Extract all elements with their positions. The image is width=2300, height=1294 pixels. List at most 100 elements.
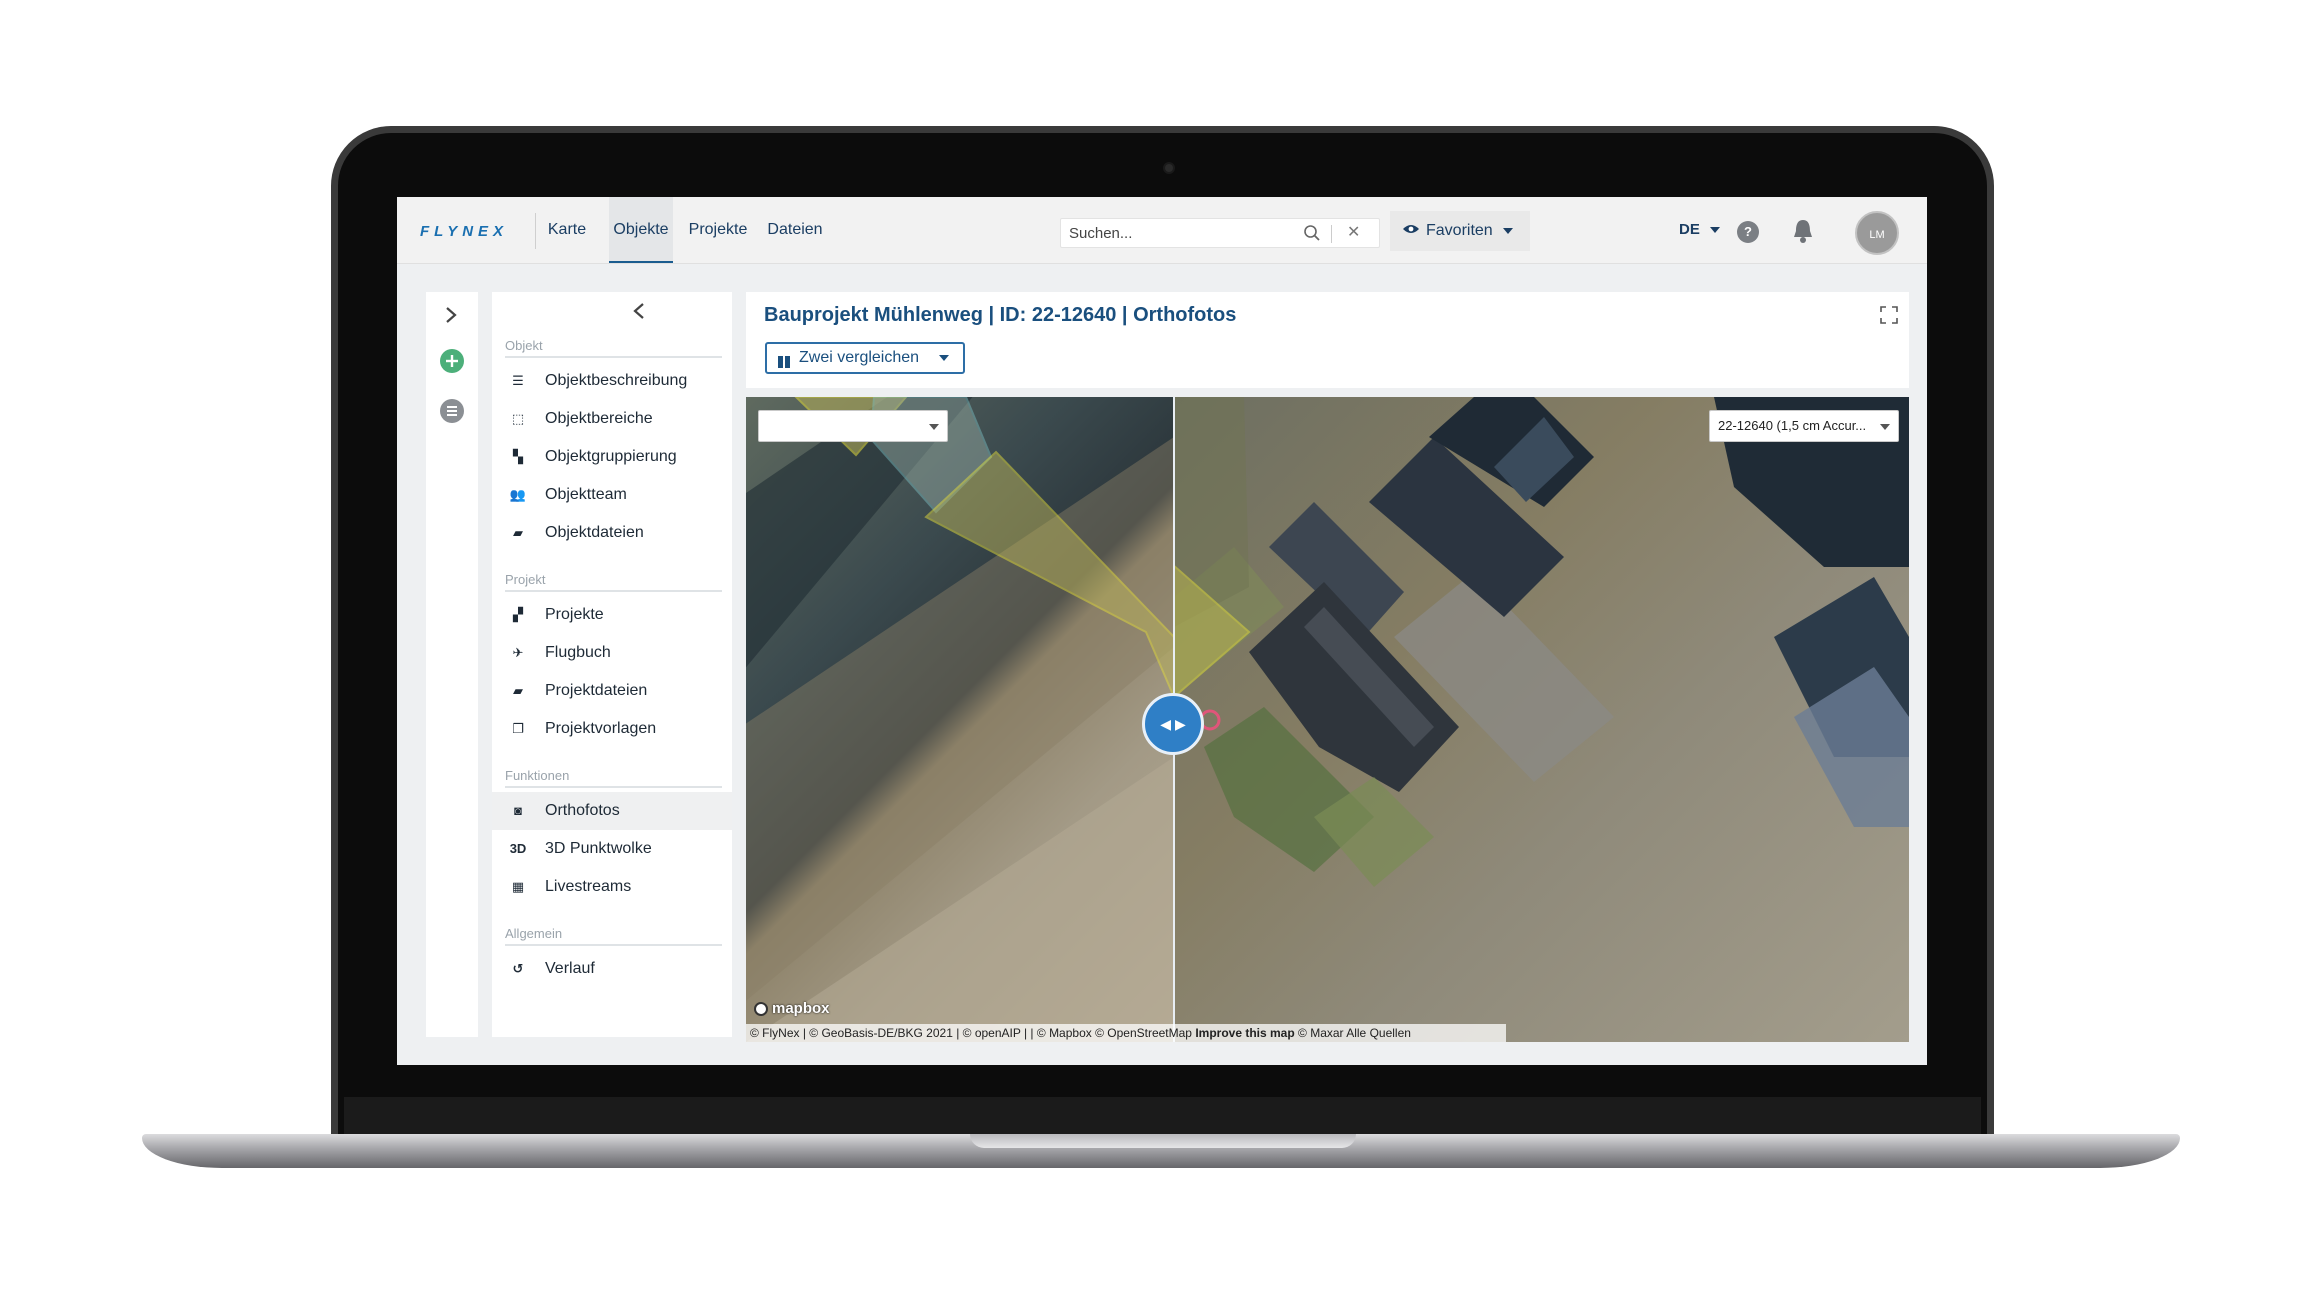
section-title-allgemein: Allgemein [505, 926, 563, 941]
search-divider [1331, 225, 1332, 243]
menu-item-label: Verlauf [545, 960, 595, 977]
camera-icon: ◙ [514, 803, 522, 818]
page-title: Bauprojekt Mühlenweg | ID: 22-12640 | Or… [764, 304, 1237, 326]
section-divider [505, 590, 722, 592]
menu-item-3d-punktwolke[interactable]: 3D 3D Punktwolke [492, 830, 732, 868]
folder-icon: ▰ [513, 525, 523, 540]
menu-item-label: Objektteam [545, 486, 627, 503]
laptop-notch [970, 1134, 1356, 1148]
section-divider [505, 944, 722, 946]
chevron-down-icon [939, 355, 949, 361]
favorites-dropdown[interactable]: Favoriten [1390, 211, 1530, 251]
menu-item-orthofotos[interactable]: ◙ Orthofotos [492, 792, 732, 830]
eye-icon [1402, 212, 1420, 252]
menu-item-objektgruppierung[interactable]: ▚ Objektgruppierung [492, 438, 732, 476]
list-icon: ☰ [512, 373, 524, 388]
menu-item-label: Livestreams [545, 878, 632, 895]
area-select-icon: ⬚ [511, 411, 525, 426]
content-header: Bauprojekt Mühlenweg | ID: 22-12640 | Or… [746, 292, 1909, 388]
3d-icon: 3D [509, 841, 527, 856]
mapbox-logo[interactable]: mapbox [754, 1000, 830, 1017]
mapbox-label: mapbox [772, 1000, 830, 1017]
help-icon[interactable]: ? [1737, 221, 1759, 243]
avatar[interactable]: LM [1855, 211, 1899, 255]
menu-item-label: Projektvorlagen [545, 720, 657, 737]
tab-karte[interactable]: Karte [535, 197, 599, 263]
language-value: DE [1679, 221, 1700, 238]
map-right-pane[interactable]: 22-12640 (1,5 cm Accur... [1174, 397, 1909, 1042]
language-selector[interactable]: DE [1679, 221, 1721, 238]
menu-item-label: 3D Punktwolke [545, 840, 652, 857]
left-aerial-imagery [746, 397, 1174, 1042]
menu-item-projekte[interactable]: ▞ Projekte [492, 596, 732, 634]
attribution-suffix: © Maxar Alle Quellen [1298, 1026, 1411, 1040]
compare-button-label: Zwei vergleichen [799, 349, 920, 366]
menu-item-livestreams[interactable]: ▦ Livestreams [492, 868, 732, 906]
folder-icon: ▰ [513, 683, 523, 698]
layers-icon[interactable] [440, 399, 464, 423]
webcam [1163, 162, 1175, 174]
project-tree-icon: ▞ [513, 607, 523, 622]
bell-icon[interactable] [1791, 218, 1815, 249]
menu-item-label: Objektgruppierung [545, 448, 677, 465]
fullscreen-icon[interactable] [1880, 306, 1898, 329]
menu-item-projektdateien[interactable]: ▰ Projektdateien [492, 672, 732, 710]
section-title-objekt: Objekt [505, 338, 543, 353]
chevron-down-icon [1503, 228, 1513, 234]
menu-item-flugbuch[interactable]: ✈ Flugbuch [492, 634, 732, 672]
menu-item-objektteam[interactable]: 👥 Objektteam [492, 476, 732, 514]
slider-arrows-icon: ◀ ▶ [1160, 716, 1186, 732]
orthophoto-compare-map[interactable]: 22-12640 (1,5 cm Accur... ◀ ▶ mapbox © F… [746, 397, 1909, 1042]
menu-item-label: Flugbuch [545, 644, 611, 661]
tab-objekte[interactable]: Objekte [609, 197, 673, 263]
app-screen: FLYNEX Karte Objekte Projekte Dateien ✕ … [397, 197, 1927, 1065]
compare-slider-handle[interactable]: ◀ ▶ [1142, 693, 1204, 755]
map-left-pane[interactable] [746, 397, 1174, 1042]
menu-item-label: Objektbeschreibung [545, 372, 688, 389]
right-select-value: 22-12640 (1,5 cm Accur... [1718, 418, 1867, 433]
right-aerial-imagery [1174, 397, 1909, 887]
airplane-icon: ✈ [512, 645, 524, 660]
team-icon: 👥 [509, 487, 527, 502]
search-box: ✕ [1060, 218, 1380, 248]
left-orthophoto-select[interactable] [758, 410, 948, 442]
history-icon: ↺ [512, 961, 524, 976]
template-icon: ❐ [512, 721, 524, 736]
attribution-text: © FlyNex | © GeoBasis-DE/BKG 2021 | © op… [750, 1026, 1192, 1040]
search-icon[interactable] [1303, 224, 1321, 247]
flynex-logo[interactable]: FLYNEX [420, 223, 508, 240]
clear-icon[interactable]: ✕ [1347, 222, 1360, 242]
chevron-down-icon [1710, 227, 1721, 234]
side-menu: Objekt ☰ Objektbeschreibung ⬚ Objektbereic… [492, 292, 732, 1037]
section-divider [505, 786, 722, 788]
film-icon: ▦ [511, 879, 525, 894]
section-title-projekt: Projekt [505, 572, 546, 587]
section-title-funktionen: Funktionen [505, 768, 570, 783]
tab-projekte[interactable]: Projekte [682, 197, 754, 263]
laptop-chin [344, 1097, 1981, 1137]
menu-item-objektbereiche[interactable]: ⬚ Objektbereiche [492, 400, 732, 438]
menu-item-projektvorlagen[interactable]: ❐ Projektvorlagen [492, 710, 732, 748]
add-icon[interactable] [440, 349, 464, 373]
compare-two-button[interactable]: Zwei vergleichen [765, 342, 965, 374]
map-attribution: © FlyNex | © GeoBasis-DE/BKG 2021 | © op… [746, 1024, 1506, 1042]
tab-dateien[interactable]: Dateien [760, 197, 830, 263]
section-divider [505, 356, 722, 358]
right-orthophoto-select[interactable]: 22-12640 (1,5 cm Accur... [1709, 410, 1899, 442]
menu-item-verlauf[interactable]: ↺ Verlauf [492, 950, 732, 988]
mapbox-icon [754, 1002, 768, 1017]
menu-item-label: Objektbereiche [545, 410, 653, 427]
chevron-down-icon [1880, 424, 1890, 430]
menu-item-label: Objektdateien [545, 524, 644, 541]
chevron-right-icon[interactable] [444, 306, 458, 329]
chevron-down-icon [929, 424, 939, 430]
search-input[interactable] [1069, 223, 1289, 243]
improve-map-link[interactable]: Improve this map [1195, 1026, 1294, 1040]
top-navigation-bar: FLYNEX Karte Objekte Projekte Dateien ✕ … [397, 197, 1927, 264]
grouping-icon: ▚ [513, 449, 523, 464]
menu-item-objektdateien[interactable]: ▰ Objektdateien [492, 514, 732, 552]
favorites-label: Favoriten [1426, 222, 1493, 239]
collapse-chevron-icon[interactable] [632, 302, 646, 325]
menu-item-label: Projekte [545, 606, 604, 623]
menu-item-objektbeschreibung[interactable]: ☰ Objektbeschreibung [492, 362, 732, 400]
